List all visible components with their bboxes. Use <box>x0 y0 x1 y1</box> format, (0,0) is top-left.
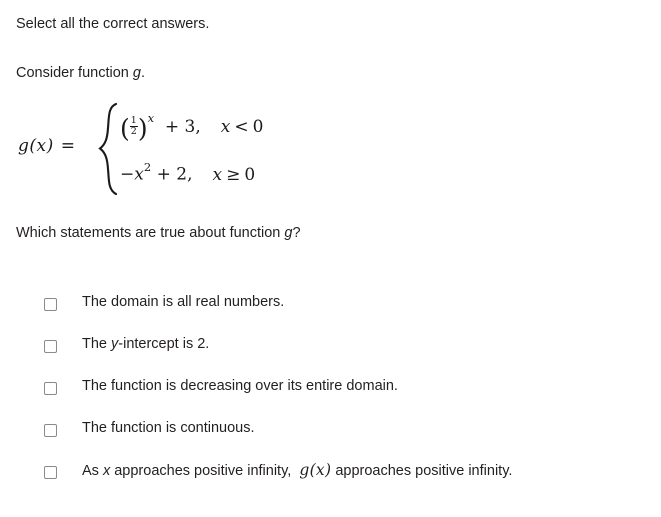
checkbox-domain-all-reals[interactable] <box>44 298 57 311</box>
label-text: The <box>82 336 112 352</box>
consider-function-variable: g <box>132 65 141 81</box>
checkbox-limit-positive-infinity[interactable] <box>44 466 57 479</box>
branch-second-condition: x ≥0 <box>212 165 255 185</box>
function-notation: g(x) <box>18 136 54 156</box>
answer-option-label[interactable]: The function is continuous. <box>82 418 255 438</box>
branch-first-operator: + <box>164 117 180 137</box>
fraction-denominator: 2 <box>129 126 138 137</box>
answer-option-row[interactable]: The domain is all real numbers. <box>0 288 661 330</box>
label-text: approaches positive infinity, <box>110 463 300 479</box>
branch-first-paren-close: ) <box>137 114 148 143</box>
instruction-text: Select all the correct answers. <box>16 16 210 32</box>
condition-value: 0 <box>244 164 256 185</box>
question-page: Select all the correct answers. Consider… <box>0 0 661 517</box>
answer-option-row[interactable]: As x approaches positive infinity, g(x) … <box>0 456 661 498</box>
condition-variable: x <box>212 164 223 185</box>
checkbox-y-intercept-is-2[interactable] <box>44 340 57 353</box>
question-prefix: Which statements are true about function <box>16 225 285 241</box>
answer-option-label[interactable]: The domain is all real numbers. <box>82 292 284 312</box>
branch-first-constant: 3 <box>184 117 196 137</box>
condition-relation: ≥ <box>226 164 241 185</box>
left-brace-icon <box>94 102 120 196</box>
label-text: The function is decreasing over its enti… <box>82 378 398 394</box>
condition-value: 0 <box>252 117 264 137</box>
equals-sign: = <box>60 136 76 156</box>
piecewise-function-formula: g(x) = (1 2)x + 3, x <0 −x2 + 2, x ≥0 <box>16 100 336 200</box>
function-label: g(x) = <box>18 136 75 156</box>
branch-first-condition: x <0 <box>221 117 264 137</box>
branch-second-power: 2 <box>143 160 152 174</box>
question-text: Which statements are true about function… <box>16 224 301 242</box>
label-text: -intercept is 2. <box>118 336 210 352</box>
branch-second-constant: 2 <box>176 164 188 185</box>
label-text: As <box>82 463 103 479</box>
question-suffix: ? <box>292 225 301 241</box>
answer-option-label[interactable]: As x approaches positive infinity, g(x) … <box>82 460 512 481</box>
branch-second: −x2 + 2, x ≥0 <box>120 160 255 185</box>
inline-math-expression: g(x) <box>299 461 332 479</box>
answer-option-row[interactable]: The function is continuous. <box>0 414 661 456</box>
branch-second-operator: + <box>156 164 171 185</box>
consider-function-text: Consider function g. <box>16 64 145 82</box>
branch-first-paren-open: ( <box>120 114 130 143</box>
answer-option-row[interactable]: The y-intercept is 2. <box>0 330 661 372</box>
branch-second-comma: , <box>187 164 193 185</box>
consider-suffix: . <box>140 65 145 81</box>
consider-prefix: Consider function <box>16 65 133 81</box>
condition-variable: x <box>220 117 231 137</box>
condition-relation: < <box>234 117 249 137</box>
checkbox-decreasing-entire-domain[interactable] <box>44 382 57 395</box>
branch-first-exponent: x <box>147 111 155 126</box>
answer-option-label[interactable]: The y-intercept is 2. <box>82 334 209 354</box>
branch-second-variable: x <box>134 164 144 185</box>
branch-second-sign: − <box>120 164 135 185</box>
label-text: approaches positive infinity. <box>331 463 513 479</box>
fraction-numerator: 1 <box>130 114 137 126</box>
answer-options-list: The domain is all real numbers. The y-int… <box>0 288 661 498</box>
label-text: The domain is all real numbers. <box>82 294 285 310</box>
branch-first-comma: , <box>195 117 201 137</box>
function-branches: (1 2)x + 3, x <0 −x2 + 2, x ≥0 <box>120 100 340 196</box>
branch-first-fraction: 12 <box>129 114 138 138</box>
answer-option-label[interactable]: The function is decreasing over its enti… <box>82 376 398 396</box>
answer-option-row[interactable]: The function is decreasing over its enti… <box>0 372 661 414</box>
label-text: The function is continuous. <box>82 420 255 436</box>
checkbox-function-continuous[interactable] <box>44 424 57 437</box>
branch-first: (1 2)x + 3, x <0 <box>120 111 264 143</box>
